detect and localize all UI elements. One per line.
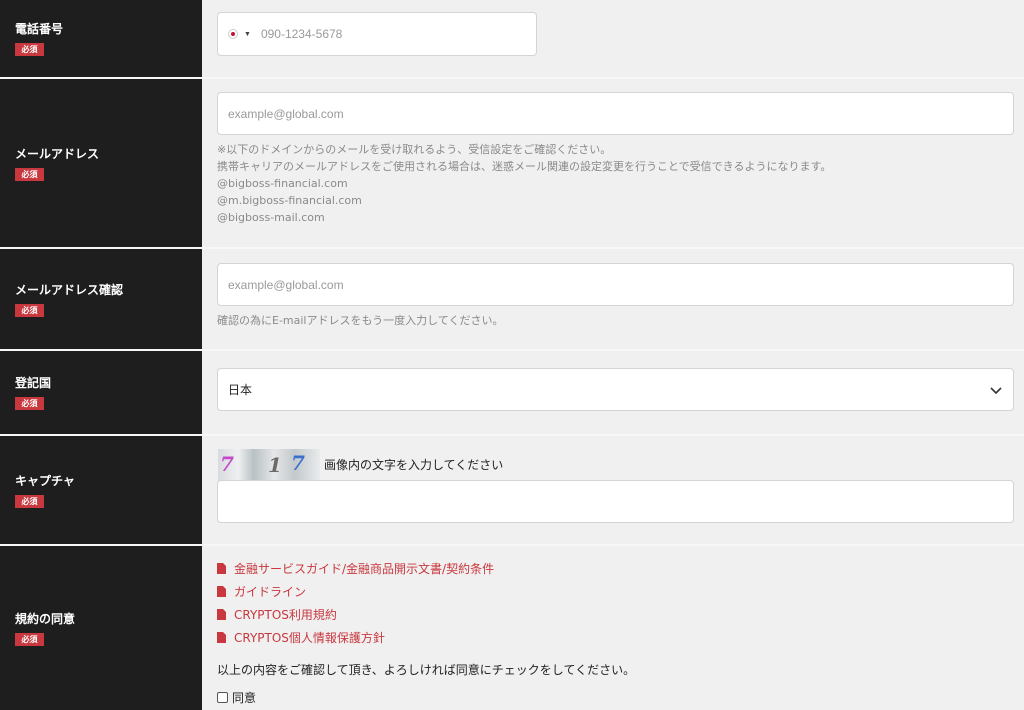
country-label: 登記国 [15,376,52,390]
terms-link-service-guide[interactable]: 金融サービスガイド/金融商品開示文書/契約条件 [217,560,494,577]
captcha-char: 1 [268,453,282,477]
captcha-char: 7 [220,452,234,476]
email-confirm-label: メールアドレス確認 [15,282,124,297]
email-label-cell: メールアドレス 必須 [0,79,202,247]
document-icon [217,563,226,574]
captcha-label-cell: キャプチャ 必須 [0,436,202,544]
email-confirm-note: 確認の為にE-mailアドレスをもう一度入力してください。 [217,314,504,327]
terms-link-label[interactable]: 金融サービスガイド/金融商品開示文書/契約条件 [234,560,494,577]
phone-label: 電話番号 [15,22,64,36]
email-confirm-label-cell: メールアドレス確認 必須 [0,249,202,349]
country-select[interactable]: 日本 [217,368,1014,411]
caret-down-icon[interactable]: ▼ [244,31,251,38]
country-selected-value: 日本 [228,383,253,397]
agree-checkbox-wrapper[interactable]: 同意 [217,689,256,706]
terms-link-label[interactable]: ガイドライン [234,583,306,600]
email-placeholder: example@global.com [228,106,344,121]
terms-link-label[interactable]: CRYPTOS個人情報保護方針 [234,629,385,646]
required-badge: 必須 [15,303,44,317]
required-badge: 必須 [15,632,44,646]
captcha-instruction: 画像内の文字を入力してください [324,458,504,472]
captcha-label: キャプチャ [15,473,75,488]
terms-link-cryptos-privacy[interactable]: CRYPTOS個人情報保護方針 [217,629,385,646]
agree-checkbox-label[interactable]: 同意 [232,689,256,706]
email-note-line: @bigboss-financial.com [217,177,348,190]
country-label-cell: 登記国 必須 [0,351,202,434]
email-confirm-placeholder: example@global.com [228,277,344,292]
terms-label: 規約の同意 [15,611,76,626]
terms-row: 規約の同意 必須 [0,546,1024,710]
email-confirm-input[interactable]: example@global.com [217,263,1014,306]
email-note-line: 携帯キャリアのメールアドレスをご使用される場合は、迷惑メール関連の設定変更を行う… [217,160,832,173]
email-notes: ※以下のドメインからのメールを受け取れるよう、受信設定をご確認ください。 携帯キ… [217,141,831,226]
terms-label-cell: 規約の同意 必須 [0,546,202,710]
terms-link-guideline[interactable]: ガイドライン [217,583,306,600]
document-icon [217,609,226,620]
captcha-char: 7 [291,451,305,475]
captcha-image: 7 1 7 [218,449,320,481]
email-label: メールアドレス [15,146,100,161]
email-input[interactable]: example@global.com [217,92,1014,135]
email-note-line: @bigboss-mail.com [217,211,325,224]
phone-placeholder: 090-1234-5678 [260,27,343,41]
required-badge: 必須 [15,494,44,508]
required-badge: 必須 [15,43,44,56]
email-note-line: ※以下のドメインからのメールを受け取れるよう、受信設定をご確認ください。 [217,143,612,156]
captcha-input[interactable] [217,480,1014,523]
phone-label-cell: 電話番号 必須 [0,0,202,77]
email-note-line: @m.bigboss-financial.com [217,194,362,207]
terms-link-cryptos-terms[interactable]: CRYPTOS利用規約 [217,606,337,623]
agree-checkbox[interactable] [217,692,228,703]
required-badge: 必須 [15,167,44,181]
chevron-down-icon[interactable] [989,383,1003,397]
document-icon [217,586,226,597]
japan-flag-icon[interactable] [228,29,238,39]
document-icon [217,632,226,643]
phone-input[interactable]: ▼ 090-1234-5678 [217,12,537,56]
terms-link-label[interactable]: CRYPTOS利用規約 [234,606,337,623]
required-badge: 必須 [15,397,44,410]
terms-confirm-text: 以上の内容をご確認して頂き、よろしければ同意にチェックをしてください。 [217,663,636,677]
